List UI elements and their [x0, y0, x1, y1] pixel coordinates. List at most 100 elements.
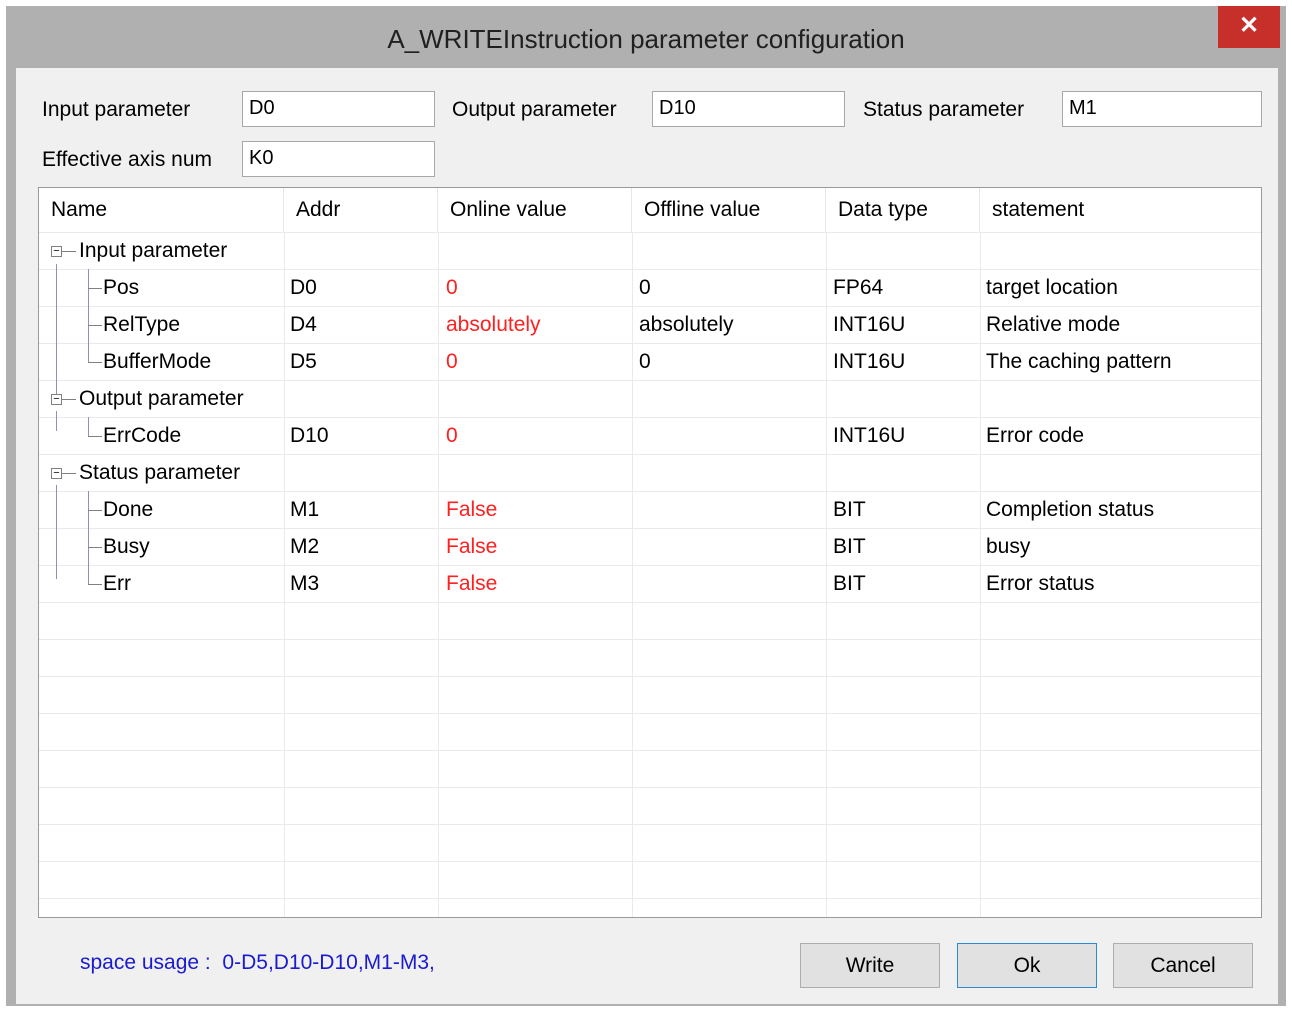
- row-offline-pos[interactable]: 0: [639, 269, 651, 306]
- tree-branch-line: [88, 269, 89, 363]
- collapse-icon[interactable]: −: [51, 394, 62, 405]
- row-online-done[interactable]: False: [446, 491, 497, 528]
- row-name-done[interactable]: Done: [103, 491, 153, 528]
- tree-branch-line: [88, 362, 102, 363]
- effective-axis-field[interactable]: K0: [242, 141, 435, 177]
- column-header-name[interactable]: Name: [39, 188, 284, 232]
- row-type-done: BIT: [833, 498, 866, 521]
- row-type-buffermode: INT16U: [833, 350, 906, 373]
- row-online-busy[interactable]: False: [446, 528, 497, 565]
- row-divider: [39, 824, 1261, 825]
- row-online-err[interactable]: False: [446, 565, 497, 602]
- row-name-err[interactable]: Err: [103, 565, 131, 602]
- status-parameter-field[interactable]: M1: [1062, 91, 1262, 127]
- column-header-online-value[interactable]: Online value: [438, 188, 632, 232]
- row-online-reltype[interactable]: absolutely: [446, 306, 541, 343]
- row-addr-pos: D0: [290, 276, 317, 299]
- row-name-reltype[interactable]: RelType: [103, 306, 180, 343]
- row-online-buffermode[interactable]: 0: [446, 343, 458, 380]
- row-addr-done: M1: [290, 498, 320, 521]
- row-online-pos[interactable]: 0: [446, 269, 458, 306]
- tree-group-status-parameter[interactable]: Status parameter: [79, 454, 240, 491]
- tree-group-output-parameter[interactable]: Output parameter: [79, 380, 244, 417]
- row-divider: [39, 676, 1261, 677]
- space-usage-text: space usage : 0-D5,D10-D10,M1-M3,: [80, 951, 435, 974]
- tree-branch-line: [62, 399, 76, 400]
- tree-branch-line: [88, 325, 102, 326]
- tree-branch-line: [88, 288, 102, 289]
- row-divider: [39, 528, 1261, 529]
- collapse-icon[interactable]: −: [51, 468, 62, 479]
- row-type-errcode: INT16U: [833, 424, 906, 447]
- row-addr-busy: M2: [290, 535, 320, 558]
- row-divider: [39, 898, 1261, 899]
- dialog-window: A_WRITEInstruction parameter configurati…: [6, 6, 1286, 1006]
- row-name-buffermode[interactable]: BufferMode: [103, 343, 211, 380]
- row-online-errcode[interactable]: 0: [446, 417, 458, 454]
- title-bar[interactable]: A_WRITEInstruction parameter configurati…: [6, 6, 1286, 68]
- status-parameter-label: Status parameter: [863, 98, 1025, 121]
- row-divider: [39, 602, 1261, 603]
- parameter-grid[interactable]: Name Addr Online value Offline value Dat…: [38, 187, 1262, 918]
- row-offline-buffermode[interactable]: 0: [639, 343, 651, 380]
- row-divider: [39, 713, 1261, 714]
- row-statement-pos: target location: [986, 276, 1118, 299]
- collapse-icon[interactable]: −: [51, 246, 62, 257]
- tree-branch-line: [56, 264, 57, 395]
- column-header-addr[interactable]: Addr: [284, 188, 438, 232]
- tree-branch-line: [88, 417, 89, 437]
- column-divider: [826, 232, 827, 917]
- column-divider: [980, 232, 981, 917]
- row-divider: [39, 787, 1261, 788]
- output-parameter-field[interactable]: D10: [652, 91, 845, 127]
- row-statement-errcode: Error code: [986, 424, 1085, 447]
- row-addr-reltype: D4: [290, 313, 317, 336]
- tree-branch-line: [62, 473, 76, 474]
- dialog-client-area: Input parameter D0 Output parameter D10 …: [16, 68, 1278, 1004]
- row-name-busy[interactable]: Busy: [103, 528, 150, 565]
- row-divider: [39, 861, 1261, 862]
- tree-branch-line: [88, 510, 102, 511]
- row-statement-err: Error status: [986, 572, 1095, 595]
- tree-branch-line: [88, 491, 89, 585]
- column-divider: [632, 232, 633, 917]
- close-button[interactable]: ✕: [1218, 6, 1280, 48]
- row-type-busy: BIT: [833, 535, 866, 558]
- cancel-button[interactable]: Cancel: [1113, 943, 1253, 988]
- column-header-data-type[interactable]: Data type: [826, 188, 980, 232]
- ok-button[interactable]: Ok: [957, 943, 1097, 988]
- tree-branch-line: [88, 584, 102, 585]
- row-statement-reltype: Relative mode: [986, 313, 1121, 336]
- effective-axis-label: Effective axis num: [42, 148, 213, 171]
- row-addr-err: M3: [290, 572, 320, 595]
- tree-group-input-parameter[interactable]: Input parameter: [79, 232, 227, 269]
- tree-branch-line: [56, 411, 57, 431]
- row-divider: [39, 639, 1261, 640]
- row-addr-errcode: D10: [290, 424, 329, 447]
- tree-branch-line: [88, 547, 102, 548]
- column-divider: [284, 232, 285, 917]
- row-statement-buffermode: The caching pattern: [986, 350, 1172, 373]
- column-header-offline-value[interactable]: Offline value: [632, 188, 826, 232]
- row-divider: [39, 750, 1261, 751]
- row-addr-buffermode: D5: [290, 350, 317, 373]
- input-parameter-field[interactable]: D0: [242, 91, 435, 127]
- write-button[interactable]: Write: [800, 943, 940, 988]
- input-parameter-label: Input parameter: [42, 98, 191, 121]
- row-name-errcode[interactable]: ErrCode: [103, 417, 181, 454]
- row-offline-reltype[interactable]: absolutely: [639, 306, 734, 343]
- tree-branch-line: [56, 485, 57, 579]
- output-parameter-label: Output parameter: [452, 98, 617, 121]
- row-type-pos: FP64: [833, 276, 884, 299]
- row-name-pos[interactable]: Pos: [103, 269, 139, 306]
- tree-branch-line: [88, 436, 102, 437]
- row-type-reltype: INT16U: [833, 313, 906, 336]
- column-header-statement[interactable]: statement: [980, 188, 1261, 232]
- close-icon: ✕: [1238, 12, 1260, 39]
- tree-branch-line: [62, 251, 76, 252]
- row-statement-busy: busy: [986, 535, 1031, 558]
- row-type-err: BIT: [833, 572, 866, 595]
- window-title: A_WRITEInstruction parameter configurati…: [387, 24, 905, 54]
- column-divider: [438, 232, 439, 917]
- row-statement-done: Completion status: [986, 498, 1155, 521]
